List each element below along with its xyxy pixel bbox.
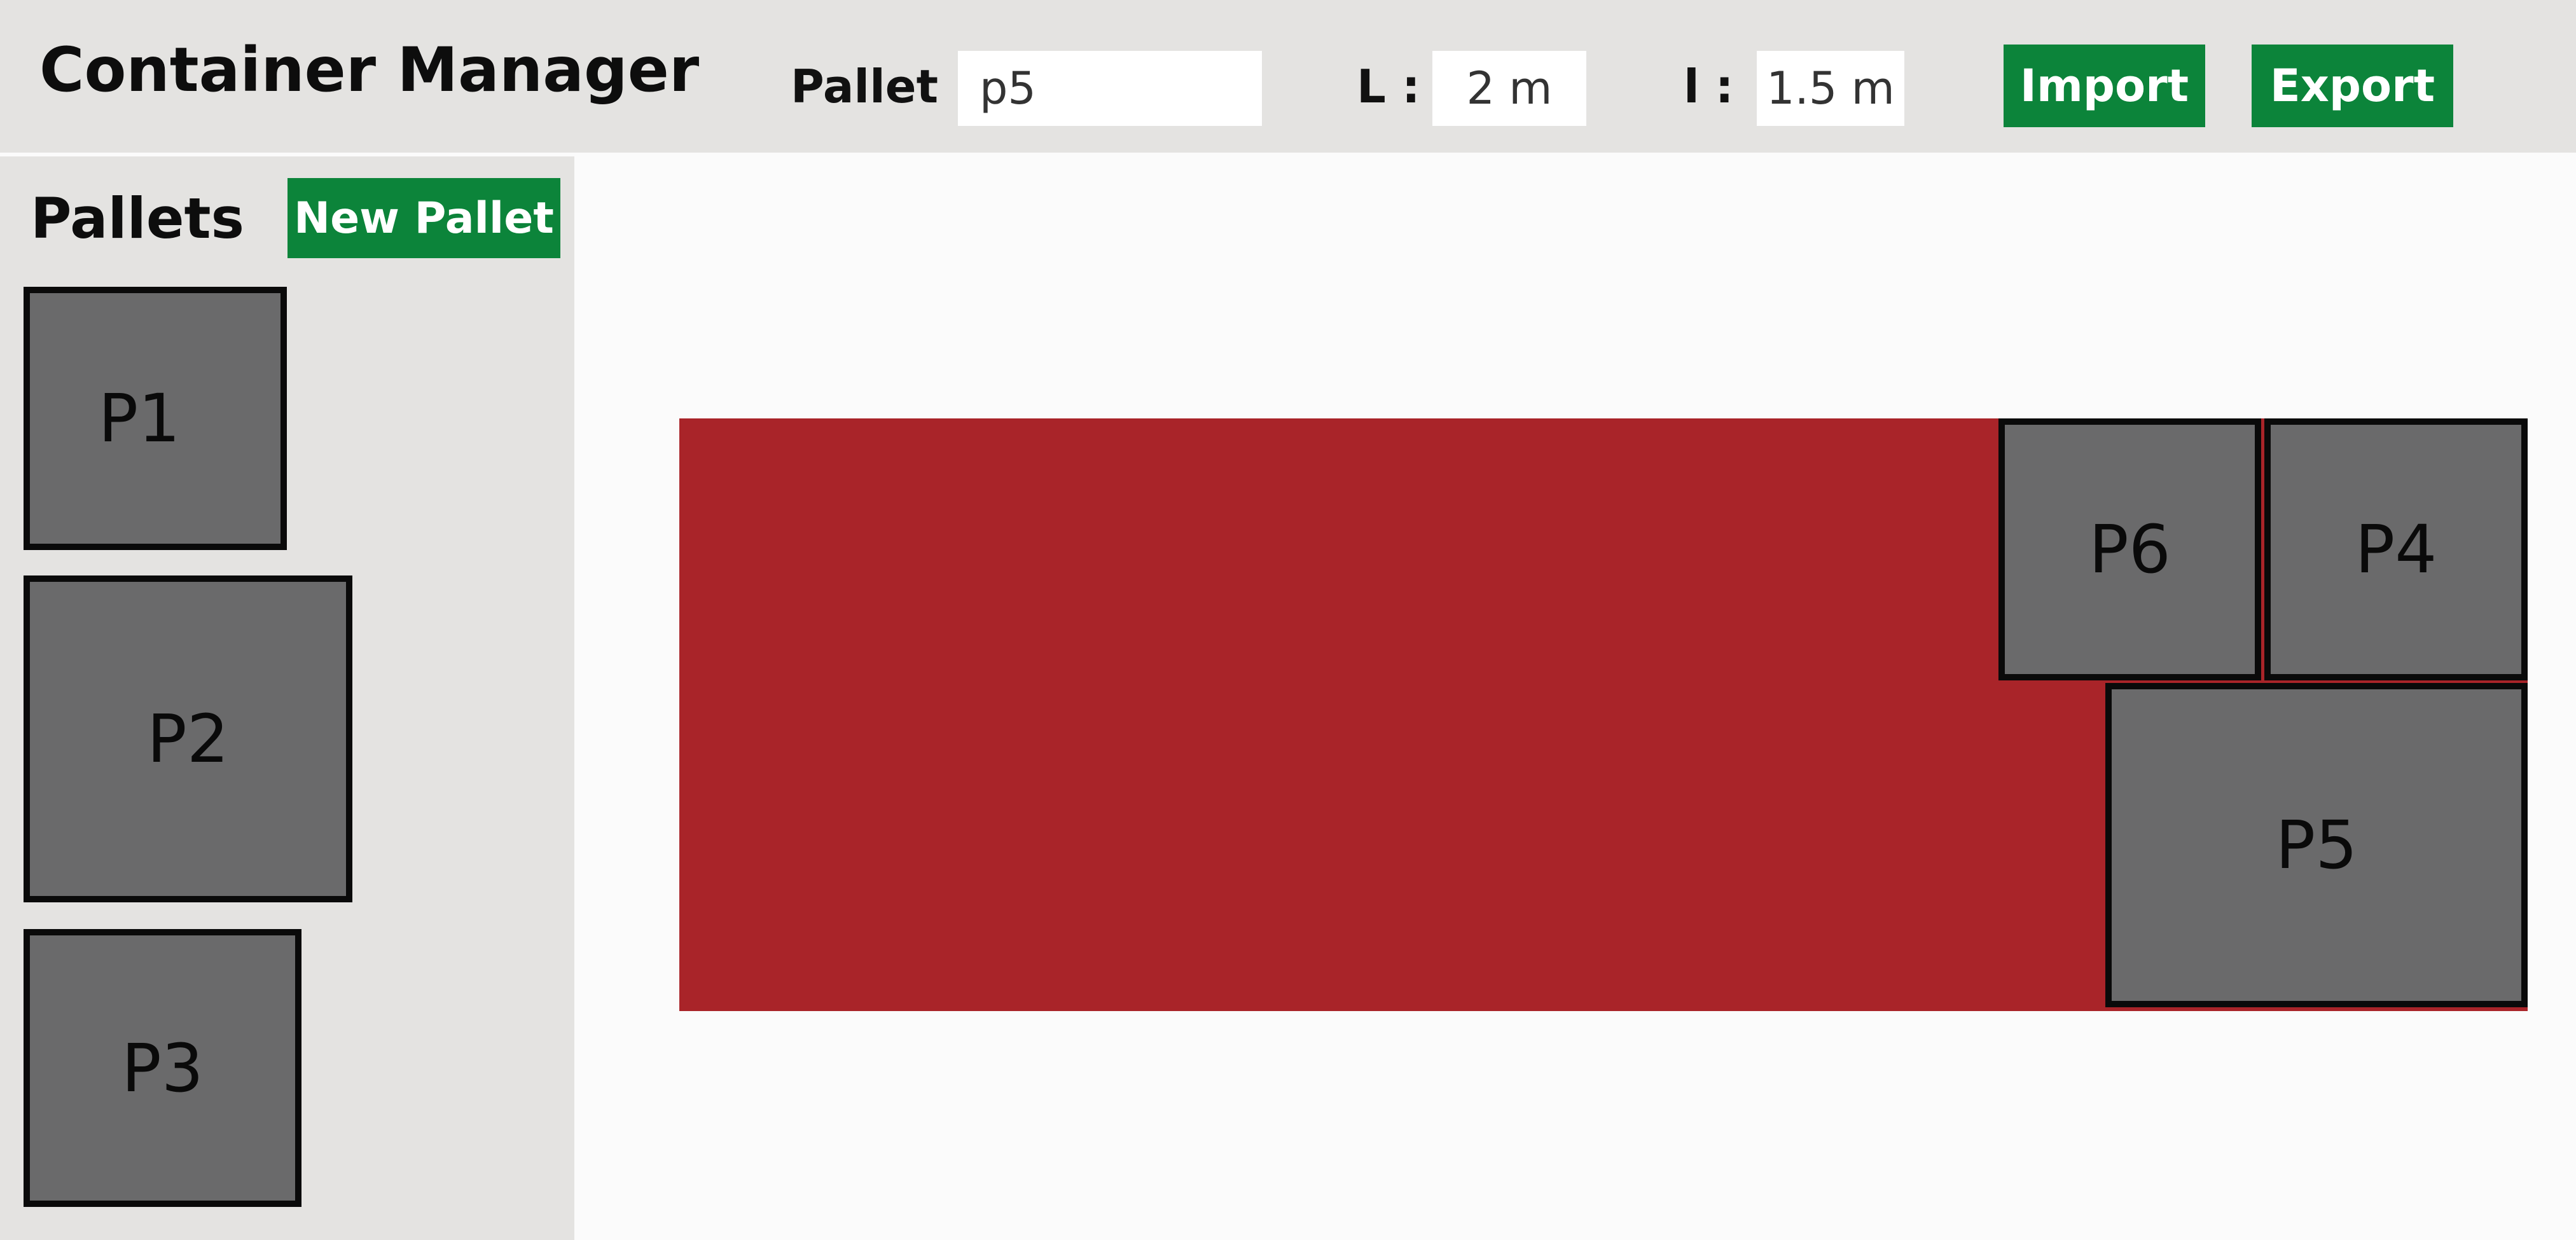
container-pallet-p6[interactable]: P6 bbox=[1998, 418, 2261, 680]
sidebar-pallet-p2[interactable]: P2 bbox=[24, 575, 352, 902]
pallet-field-label: Pallet : bbox=[791, 60, 973, 113]
container-pallet-p5[interactable]: P5 bbox=[2105, 683, 2528, 1007]
pallet-label: P4 bbox=[2355, 511, 2437, 588]
pallet-name-input[interactable] bbox=[958, 51, 1262, 126]
import-button[interactable]: Import bbox=[2004, 45, 2205, 127]
sidebar-pallet-p3[interactable]: P3 bbox=[24, 929, 301, 1207]
sidebar-title: Pallets bbox=[31, 186, 244, 251]
container-pallet-p4[interactable]: P4 bbox=[2264, 418, 2528, 680]
export-button[interactable]: Export bbox=[2252, 45, 2453, 127]
pallet-label: P5 bbox=[2275, 806, 2358, 884]
length-field-label: L : bbox=[1357, 60, 1420, 113]
app-title: Container Manager bbox=[39, 34, 700, 106]
pallet-label: P1 bbox=[98, 380, 181, 457]
sidebar-pallet-p1[interactable]: P1 bbox=[24, 287, 287, 550]
width-input[interactable] bbox=[1757, 51, 1904, 126]
pallet-label: P6 bbox=[2089, 511, 2171, 588]
width-field-label: l : bbox=[1684, 60, 1734, 113]
new-pallet-button[interactable]: New Pallet bbox=[287, 178, 560, 258]
length-input[interactable] bbox=[1432, 51, 1586, 126]
pallet-label: P3 bbox=[121, 1029, 204, 1107]
pallet-label: P2 bbox=[147, 700, 229, 778]
